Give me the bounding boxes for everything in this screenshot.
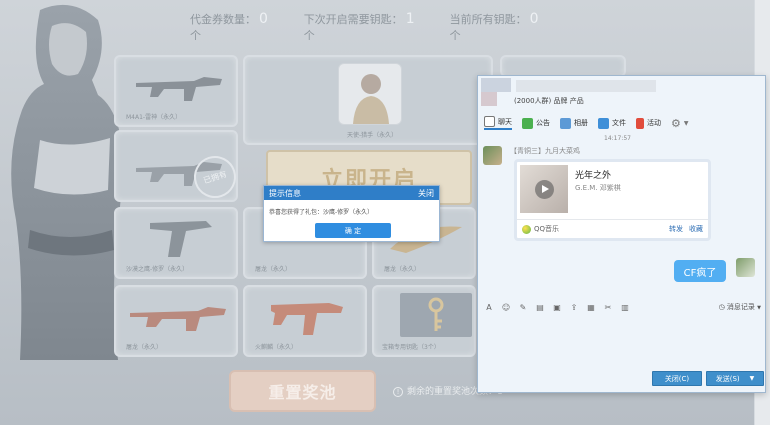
stat-keys-owned: 当前所有钥匙： 0个 — [449, 11, 539, 42]
prize-name: 屠龙（永久） — [255, 266, 292, 273]
notice-icon — [522, 117, 533, 129]
font-icon[interactable]: A — [484, 303, 494, 312]
prize-cell[interactable]: 屠龙（永久） — [114, 285, 238, 357]
gif-icon[interactable]: ▤ — [535, 303, 545, 312]
clock-icon: ◷ — [718, 303, 725, 311]
music-source: QQ音乐 — [534, 225, 560, 233]
settings-menu[interactable]: ⚙ ▼ — [671, 117, 689, 130]
character-avatar — [338, 63, 402, 125]
send-button[interactable]: 发送(S) ▼ — [706, 371, 764, 386]
gear-icon: ⚙ — [671, 116, 681, 130]
poll-icon[interactable]: ▥ — [620, 303, 630, 312]
prize-cell[interactable]: 宝箱专用钥匙（3个） — [372, 285, 476, 357]
folder-icon — [598, 117, 609, 129]
stats-bar: 代金券数量： 0个 下次开启需要钥匙： 1个 当前所有钥匙： 0个 — [190, 11, 550, 42]
prize-name: 火麒麟（永久） — [255, 344, 298, 351]
flag-icon — [636, 117, 644, 129]
image-icon[interactable]: ▣ — [552, 303, 562, 312]
tip-dialog-header: 提示信息 关闭 — [264, 186, 439, 200]
album-cover — [520, 165, 568, 213]
chevron-down-icon: ▼ — [683, 119, 689, 127]
blurred-region — [516, 80, 656, 92]
tip-dialog-title: 提示信息 — [269, 188, 301, 198]
prize-name: M4A1-雷神（永久） — [126, 114, 182, 121]
gift-icon[interactable]: ▦ — [586, 303, 596, 312]
chat-icon — [484, 116, 495, 127]
my-avatar[interactable] — [736, 258, 755, 277]
info-icon: ! — [393, 387, 403, 397]
chat-window: (2000人群) 品牌 产品 聊天 公告 相册 文件 活动 ⚙ ▼ 14:17:5… — [477, 75, 766, 393]
chat-tabs: 聊天 公告 相册 文件 活动 ⚙ ▼ — [478, 112, 765, 134]
prize-name: 宝箱专用钥匙（3个） — [382, 344, 440, 351]
message-list: 14:17:57 【青铜三】九月大菜鸡 光年之外 G.E.M. 邓紫棋 QQ音乐… — [478, 134, 765, 298]
chevron-down-icon[interactable]: ▼ — [750, 375, 755, 382]
prize-cell[interactable]: 天使-猎手（永久） — [243, 55, 493, 145]
tab-files[interactable]: 文件 — [598, 117, 626, 129]
prize-cell[interactable] — [500, 55, 626, 77]
song-artist: G.E.M. 邓紫棋 — [575, 184, 621, 192]
blurred-region — [481, 78, 511, 92]
rifle-icon — [130, 307, 226, 331]
smg-icon — [271, 303, 343, 335]
tip-close-button[interactable]: 关闭 — [418, 188, 434, 199]
emoji-icon[interactable]: ☺ — [501, 303, 511, 312]
message-time: 14:17:57 — [604, 135, 631, 142]
prize-cell[interactable]: 火麒麟（永久） — [243, 285, 367, 357]
tip-dialog: 提示信息 关闭 恭喜您获得了礼包：沙鹰-修罗（永久） 确 定 — [263, 185, 440, 242]
chevron-down-icon: ▼ — [757, 305, 761, 311]
song-title: 光年之外 — [575, 171, 612, 181]
tab-album[interactable]: 相册 — [560, 117, 588, 129]
stat-vouchers: 代金券数量： 0个 — [190, 11, 268, 42]
rifle-icon — [136, 77, 222, 101]
play-icon[interactable] — [535, 180, 554, 199]
stat-keys-needed: 下次开启需要钥匙： 1个 — [303, 11, 415, 42]
group-name: (2000人群) 品牌 产品 — [514, 97, 584, 105]
shake-icon[interactable]: ✎ — [518, 303, 528, 312]
tab-activity[interactable]: 活动 — [636, 117, 661, 129]
qq-music-icon — [522, 224, 531, 234]
message-input[interactable] — [478, 316, 765, 368]
prize-cell[interactable]: 已拥有 — [114, 130, 242, 204]
key-icon — [428, 297, 444, 331]
favorite-link[interactable]: 收藏 — [689, 224, 703, 234]
sender-avatar[interactable] — [483, 146, 502, 165]
prize-name: 沙漠之鹰-修罗（永久） — [126, 266, 189, 273]
tip-ok-button[interactable]: 确 定 — [315, 223, 391, 238]
my-message-bubble: CF疯了 — [674, 260, 726, 282]
forward-link[interactable]: 转发 — [669, 224, 683, 234]
reset-pool-button[interactable]: 重置奖池 — [229, 370, 376, 412]
music-card[interactable]: 光年之外 G.E.M. 邓紫棋 QQ音乐 转发 收藏 — [514, 159, 711, 241]
prize-cell[interactable]: 沙漠之鹰-修罗（永久） — [114, 207, 238, 279]
close-button[interactable]: 关闭(C) — [652, 371, 702, 386]
sender-name[interactable]: 【青铜三】九月大菜鸡 — [510, 146, 580, 156]
scissors-icon[interactable]: ✂ — [603, 303, 613, 312]
group-avatar — [481, 92, 497, 106]
tab-chat[interactable]: 聊天 — [484, 116, 512, 130]
prize-cell[interactable]: M4A1-雷神（永久） — [114, 55, 238, 127]
upload-icon[interactable]: ⇪ — [569, 303, 579, 312]
pistol-icon — [150, 221, 212, 257]
prize-name: 天使-猎手（永久） — [347, 132, 398, 139]
tip-message: 恭喜您获得了礼包：沙鹰-修罗（永久） — [269, 209, 374, 216]
music-card-footer: QQ音乐 转发 收藏 — [517, 219, 708, 238]
chat-header: (2000人群) 品牌 产品 — [478, 76, 765, 110]
prize-name: 屠龙（永久） — [384, 266, 421, 273]
character-portrait — [11, 4, 124, 360]
key-image — [400, 293, 472, 337]
prize-name: 屠龙（永久） — [126, 344, 163, 351]
album-icon — [560, 117, 571, 129]
tab-notice[interactable]: 公告 — [522, 117, 550, 129]
message-history-button[interactable]: ◷ 消息记录 ▼ — [719, 302, 761, 312]
